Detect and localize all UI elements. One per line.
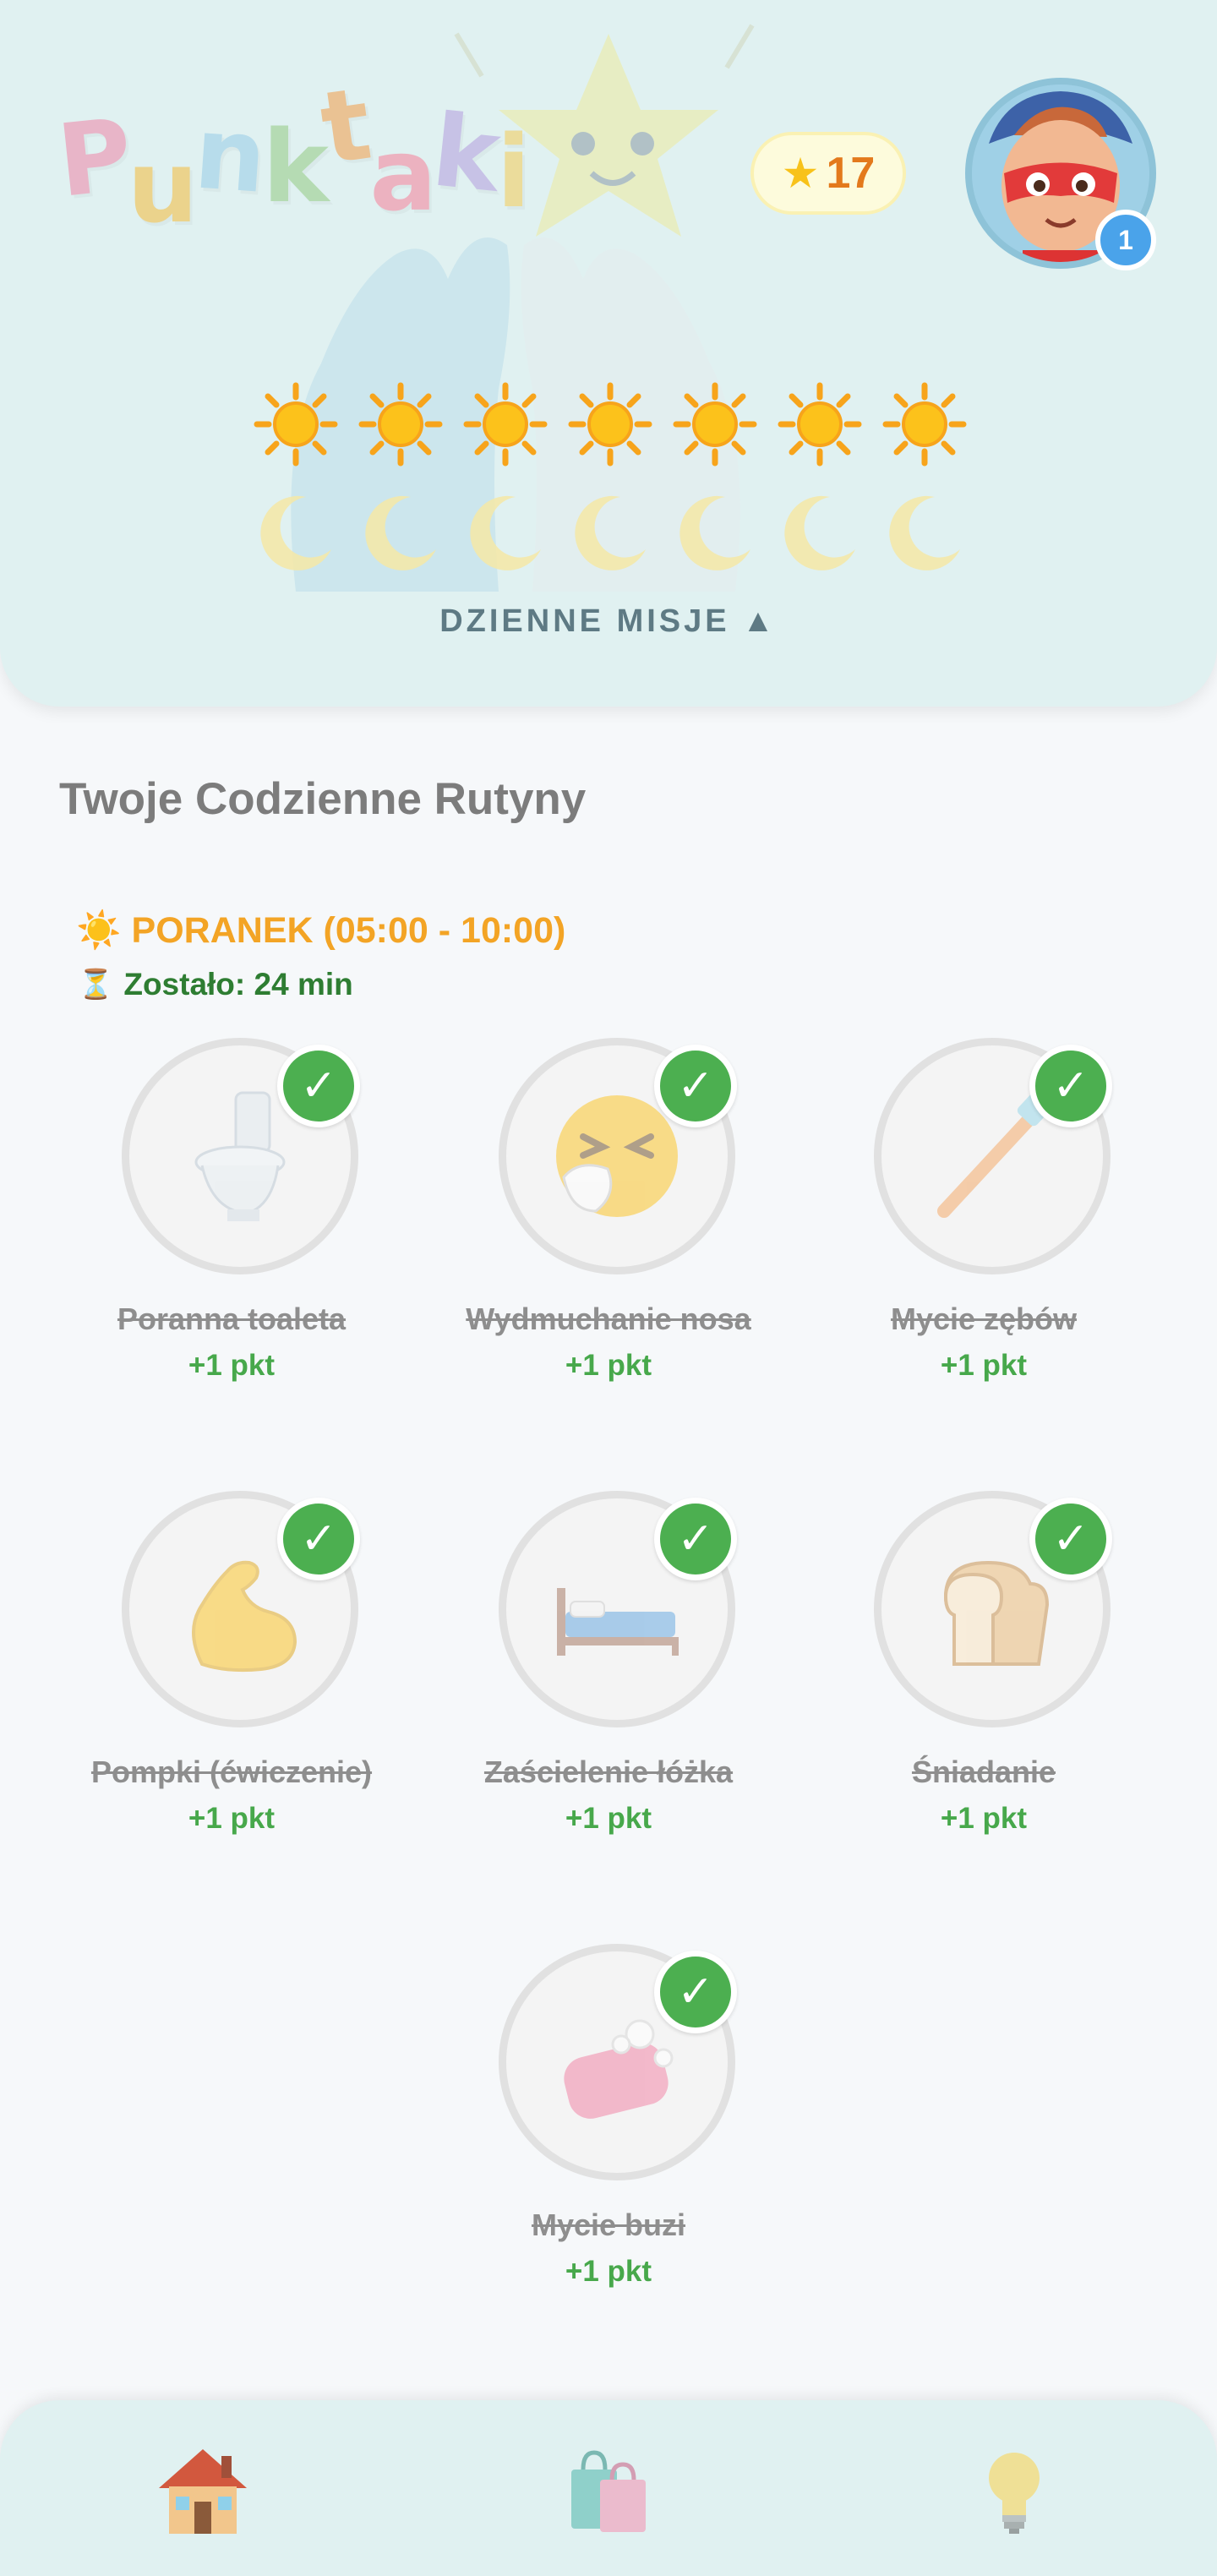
check-icon: ✓ <box>654 1045 737 1127</box>
task-name: Wydmuchanie nosa <box>466 1302 751 1336</box>
moon-icon <box>575 495 646 570</box>
task-points: +1 pkt <box>565 1349 652 1382</box>
points-badge[interactable]: ★ 17 <box>750 132 906 215</box>
moon-icon <box>470 495 541 570</box>
task-card[interactable]: ✓ Zaścielenie łóżka +1 pkt <box>439 1491 778 1846</box>
nav-ideas[interactable] <box>963 2444 1065 2537</box>
task-card[interactable]: ✓ Wydmuchanie nosa +1 pkt <box>439 1038 778 1393</box>
sun-icon <box>463 382 548 467</box>
task-points: +1 pkt <box>565 2255 652 2288</box>
check-icon: ✓ <box>1029 1045 1112 1127</box>
sun-icon <box>882 382 967 467</box>
task-name: Zaścielenie łóżka <box>483 1755 734 1789</box>
day-3[interactable] <box>463 382 548 585</box>
task-points: +1 pkt <box>940 1802 1028 1835</box>
moon-icon <box>365 495 436 570</box>
week-progress <box>254 382 967 585</box>
day-4[interactable] <box>568 382 652 585</box>
time-remaining-text: Zostało: 24 min <box>123 967 353 1001</box>
period-label: PORANEK (05:00 - 10:00) <box>131 909 566 951</box>
sun-icon <box>673 382 757 467</box>
bottom-navigation <box>0 2400 1217 2576</box>
hourglass-icon: ⏳ <box>78 969 114 1001</box>
check-icon: ✓ <box>654 1951 737 2033</box>
day-2[interactable] <box>358 382 443 585</box>
notification-badge: 1 <box>1095 210 1156 270</box>
moon-icon <box>260 495 331 570</box>
moon-icon <box>679 495 750 570</box>
header: Punktaki ★ 17 1 DZIENNE MISJE ▲ <box>0 0 1217 707</box>
task-name: Mycie buzi <box>531 2208 686 2242</box>
day-5[interactable] <box>673 382 757 585</box>
day-1[interactable] <box>254 382 338 585</box>
check-icon: ✓ <box>1029 1498 1112 1580</box>
check-icon: ✓ <box>654 1498 737 1580</box>
house-icon <box>159 2449 247 2534</box>
star-icon: ★ <box>781 150 820 197</box>
task-card[interactable]: ✓ Śniadanie +1 pkt <box>815 1491 1153 1846</box>
daily-missions-toggle[interactable]: DZIENNE MISJE ▲ <box>0 603 1217 640</box>
check-icon: ✓ <box>277 1045 360 1127</box>
light-bulb-icon <box>989 2453 1040 2534</box>
period-header: ☀️ PORANEK (05:00 - 10:00) <box>76 909 565 952</box>
sun-icon <box>568 382 652 467</box>
section-title: Twoje Codzienne Rutyny <box>59 774 587 824</box>
day-6[interactable] <box>778 382 862 585</box>
task-name: Mycie zębów <box>890 1302 1078 1336</box>
day-7[interactable] <box>882 382 967 585</box>
task-card[interactable]: ✓ Pompki (ćwiczenie) +1 pkt <box>63 1491 401 1846</box>
task-points: +1 pkt <box>940 1349 1028 1382</box>
task-name: Poranna toaleta <box>117 1302 347 1336</box>
task-card[interactable]: ✓ Poranna toaleta +1 pkt <box>63 1038 401 1393</box>
app-logo: Punktaki <box>52 65 531 245</box>
task-points: +1 pkt <box>188 1802 276 1835</box>
task-name: Śniadanie <box>911 1755 1056 1789</box>
task-card[interactable]: ✓ Mycie zębów +1 pkt <box>815 1038 1153 1393</box>
task-points: +1 pkt <box>188 1349 276 1382</box>
task-points: +1 pkt <box>565 1802 652 1835</box>
shopping-bags-icon <box>571 2450 646 2532</box>
time-remaining: ⏳ Zostało: 24 min <box>78 967 353 1002</box>
sun-icon <box>358 382 443 467</box>
nav-home[interactable] <box>152 2444 254 2537</box>
points-value: 17 <box>826 149 876 198</box>
task-card[interactable]: ✓ Mycie buzi +1 pkt <box>439 1944 778 2299</box>
nav-shop[interactable] <box>558 2444 659 2537</box>
sun-icon <box>254 382 338 467</box>
task-name: Pompki (ćwiczenie) <box>90 1755 373 1789</box>
moon-icon <box>784 495 855 570</box>
sun-icon: ☀️ <box>76 910 122 951</box>
check-icon: ✓ <box>277 1498 360 1580</box>
moon-icon <box>889 495 960 570</box>
sun-icon <box>778 382 862 467</box>
